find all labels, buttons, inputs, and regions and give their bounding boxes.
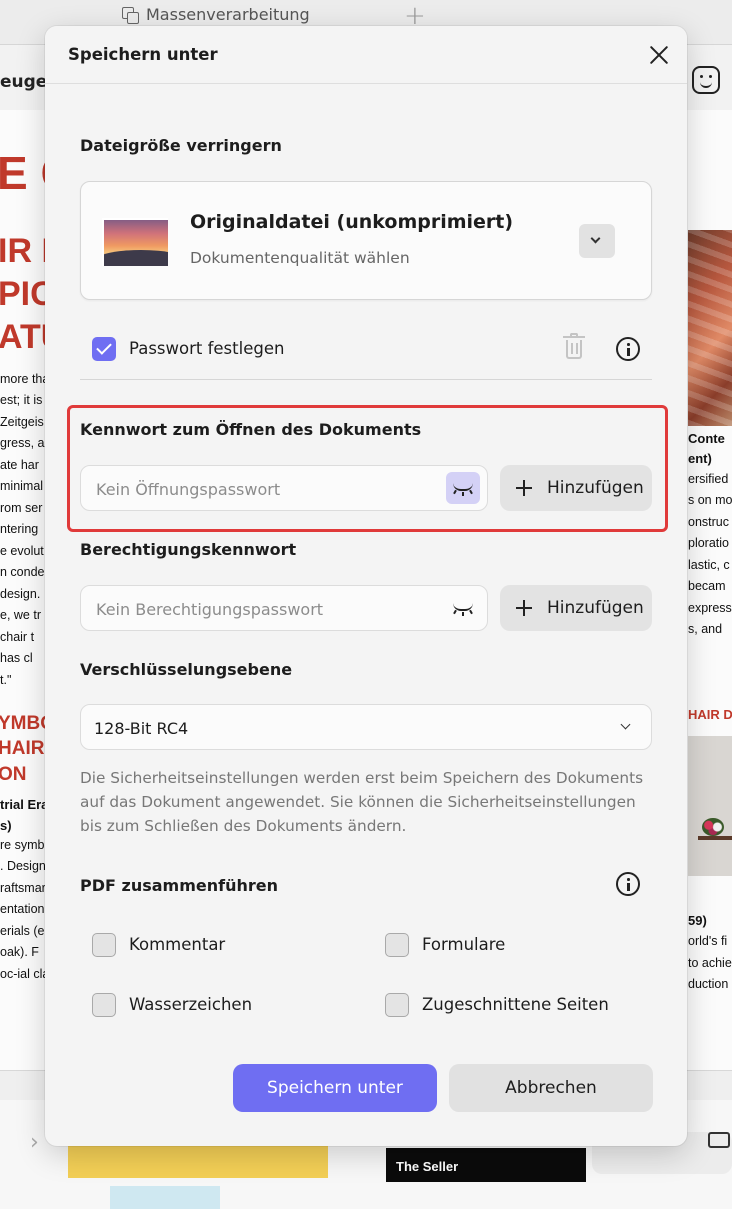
page-text: duction (688, 977, 729, 991)
reduce-size-heading: Dateigröße verringern (80, 136, 282, 155)
page-text: . Design (0, 859, 46, 873)
page-text: minimal (0, 479, 44, 493)
page-text: Zeitgeis (0, 415, 44, 429)
encryption-heading: Verschlüsselungsebene (80, 660, 293, 679)
page-bold-text: trial Era (0, 797, 49, 812)
page-text: s, and (688, 622, 723, 636)
sunset-thumbnail (102, 218, 168, 266)
sticker-icon[interactable] (692, 66, 720, 94)
password-info-icon[interactable] (616, 337, 640, 361)
page-text: has cl (0, 651, 33, 665)
page-text: oc-ial cla (0, 967, 50, 981)
open-password-heading: Kennwort zum Öffnen des Dokuments (80, 420, 422, 439)
page-text: rom ser (0, 501, 43, 515)
page-text: entation (0, 902, 45, 916)
plus-icon (516, 480, 532, 496)
page-text: orld's fi (688, 934, 728, 948)
page-text: express (688, 601, 732, 615)
page-text: chair t (0, 630, 35, 644)
toolbar-label[interactable]: euge (0, 72, 47, 92)
comment-label: Kommentar (129, 935, 226, 954)
plus-icon (516, 600, 532, 616)
page-text: raftsmar (0, 881, 46, 895)
eye-closed-icon[interactable] (446, 592, 480, 624)
merge-heading: PDF zusammenführen (80, 876, 278, 895)
present-icon[interactable] (708, 1132, 730, 1148)
thumbnail-yellow[interactable] (68, 1146, 328, 1178)
add-open-password-button[interactable]: Hinzufügen (500, 465, 652, 511)
save-as-button[interactable]: Speichern unter (233, 1064, 437, 1112)
page-text: ploratio (688, 536, 729, 550)
page-text: design. (0, 587, 41, 601)
watermark-checkbox[interactable] (92, 993, 116, 1017)
page-text: e evolut (0, 544, 44, 558)
set-password-checkbox[interactable] (92, 337, 116, 361)
comment-checkbox[interactable] (92, 933, 116, 957)
page-text: ate har (0, 458, 39, 472)
page-bold-text: 59) (688, 913, 707, 928)
page-text: s on mo (688, 493, 732, 507)
merge-info-icon[interactable] (616, 872, 640, 896)
page-text: gress, a (0, 436, 45, 450)
page-text: oak). F (0, 945, 39, 959)
permission-password-input[interactable]: Kein Berechtigungspasswort (80, 585, 488, 631)
forms-checkbox[interactable] (385, 933, 409, 957)
chevron-down-icon (590, 233, 601, 244)
forms-label: Formulare (422, 935, 506, 954)
page-text: lastic, c (688, 558, 730, 572)
page-bold-text: s) (0, 818, 12, 833)
page-text: est; it is (0, 393, 43, 407)
open-password-placeholder: Kein Öffnungspasswort (96, 480, 281, 499)
chair-photo (688, 736, 732, 876)
dialog-header: Speichern unter (45, 26, 687, 84)
permission-password-placeholder: Kein Berechtigungspasswort (96, 600, 324, 619)
encryption-select[interactable]: 128-Bit RC4 (80, 704, 652, 750)
cancel-button[interactable]: Abbrechen (449, 1064, 653, 1112)
open-password-input[interactable]: Kein Öffnungspasswort (80, 465, 488, 511)
page-bold-text: ent) (688, 451, 712, 466)
close-icon[interactable] (645, 41, 673, 69)
cropped-pages-label: Zugeschnittene Seiten (422, 995, 609, 1014)
set-password-label: Passwort festlegen (129, 339, 285, 358)
add-permission-password-button[interactable]: Hinzufügen (500, 585, 652, 631)
page-text: t." (0, 673, 12, 687)
page-text: becam (688, 579, 726, 593)
dialog-title: Speichern unter (68, 45, 218, 64)
page-text: onstruc (688, 515, 729, 529)
batch-icon (122, 6, 139, 24)
encryption-value: 128-Bit RC4 (94, 719, 189, 738)
page-text: more tha (0, 372, 50, 386)
divider (80, 379, 652, 380)
page-text: e, we tr (0, 608, 41, 622)
tab-label: Massenverarbeitung (146, 5, 310, 24)
flowers-shape (702, 818, 724, 836)
chevron-down-icon (620, 719, 631, 730)
table-shape (698, 836, 732, 876)
cropped-pages-checkbox[interactable] (385, 993, 409, 1017)
trash-icon[interactable] (563, 333, 585, 359)
permission-password-heading: Berechtigungskennwort (80, 540, 297, 559)
watermark-label: Wasserzeichen (129, 995, 253, 1014)
page-subheading: HAIR DES (688, 707, 732, 722)
page-text: re symb (0, 838, 45, 852)
eye-closed-icon[interactable] (446, 472, 480, 504)
page-bold-text: Conte (688, 431, 725, 446)
tab-massenverarbeitung[interactable]: Massenverarbeitung (122, 5, 310, 24)
security-note: Die Sicherheitseinstellungen werden erst… (80, 769, 644, 835)
thumbnail-the-seller[interactable]: The Seller (386, 1148, 586, 1182)
page-subheading: ON (0, 764, 27, 785)
page-text: to achie (688, 956, 732, 970)
page-text: ersified (688, 472, 729, 486)
page-text: n conde (0, 565, 45, 579)
quality-dropdown-button[interactable] (579, 224, 615, 258)
quality-title: Originaldatei (unkomprimiert) (190, 211, 514, 233)
thumbnail-cyan[interactable] (110, 1186, 220, 1209)
quality-subtitle: Dokumentenqualität wählen (190, 249, 410, 267)
chevron-right-icon[interactable]: › (30, 1130, 39, 1155)
page-text: ntering (0, 522, 39, 536)
vase-photo (688, 230, 732, 426)
quality-selector[interactable]: Originaldatei (unkomprimiert) Dokumenten… (80, 181, 652, 300)
page-text: erials (e (0, 924, 45, 938)
save-as-dialog: Speichern unter Dateigröße verringern Or… (45, 26, 687, 1146)
